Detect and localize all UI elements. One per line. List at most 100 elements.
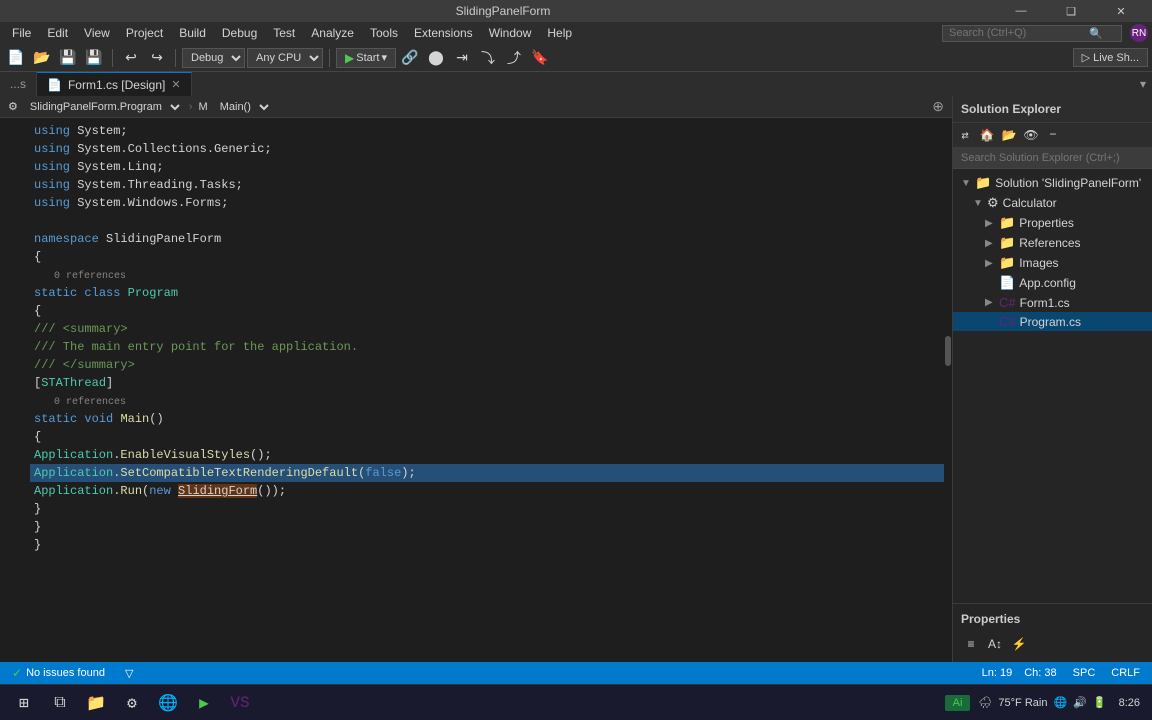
status-location[interactable]: Ln: 19 Ch: 38 bbox=[978, 667, 1061, 679]
se-sync-button[interactable]: ⇄ bbox=[955, 125, 975, 145]
start-button[interactable]: ▶ Start ▾ bbox=[336, 48, 396, 68]
code-line: } bbox=[30, 500, 944, 518]
ai-button[interactable]: Ai bbox=[945, 695, 971, 711]
status-line-ending[interactable]: CRLF bbox=[1107, 667, 1144, 679]
step-over-button[interactable]: ⇥ bbox=[450, 46, 474, 70]
vertical-scrollbar[interactable] bbox=[944, 118, 952, 662]
se-home-button[interactable]: 🏠 bbox=[977, 125, 997, 145]
menu-window[interactable]: Window bbox=[481, 24, 540, 42]
terminal-button[interactable]: ▶ bbox=[188, 687, 220, 719]
method-icon: M bbox=[199, 101, 208, 113]
browser-button[interactable]: 🌐 bbox=[152, 687, 184, 719]
redo-button[interactable]: ↪ bbox=[145, 46, 169, 70]
status-filter[interactable]: ▽ bbox=[121, 667, 141, 680]
prop-alpha-button[interactable]: A↕ bbox=[985, 634, 1005, 654]
tab-form1-design[interactable]: 📄 Form1.cs [Design] ✕ bbox=[37, 72, 192, 96]
search-input[interactable] bbox=[949, 27, 1089, 39]
maximize-button[interactable]: ❑ bbox=[1048, 0, 1094, 22]
taskbar: ⊞ ⧉ 📁 ⚙ 🌐 ▶ VS Ai 🌧 75°F Rain 🌐 🔊 🔋 8:26 bbox=[0, 684, 1152, 720]
menu-tools[interactable]: Tools bbox=[362, 24, 406, 42]
breakpoint-button[interactable]: ⬤ bbox=[424, 46, 448, 70]
se-filter-button[interactable]: 📂 bbox=[999, 125, 1019, 145]
start-menu-button[interactable]: ⊞ bbox=[8, 687, 40, 719]
code-content[interactable]: using System; using System.Collections.G… bbox=[0, 118, 952, 662]
properties-header: Properties bbox=[961, 608, 1144, 630]
status-encoding[interactable]: SPC bbox=[1069, 667, 1100, 679]
split-editor-button[interactable]: ⊕ bbox=[928, 98, 948, 115]
se-view-button[interactable]: 👁 bbox=[1021, 125, 1041, 145]
se-item-appconfig[interactable]: ▶ 📄 App.config bbox=[953, 273, 1152, 293]
time-text: 8:26 bbox=[1119, 697, 1140, 709]
save-button[interactable]: 💾 bbox=[56, 46, 80, 70]
start-dropdown-icon: ▾ bbox=[381, 51, 387, 64]
menu-analyze[interactable]: Analyze bbox=[303, 24, 362, 42]
user-avatar[interactable]: RN bbox=[1130, 24, 1148, 42]
system-tray: 🌧 75°F Rain 🌐 🔊 🔋 bbox=[978, 696, 1106, 709]
step-into-button[interactable]: ⤵ bbox=[476, 46, 500, 70]
platform-dropdown[interactable]: Any CPU bbox=[247, 48, 323, 68]
attach-button[interactable]: 🔗 bbox=[398, 46, 422, 70]
code-line: { bbox=[30, 428, 944, 446]
volume-icon[interactable]: 🔊 bbox=[1073, 696, 1087, 709]
open-button[interactable]: 📂 bbox=[30, 46, 54, 70]
status-no-issues[interactable]: ✓ No issues found bbox=[8, 666, 109, 680]
config-icon: 📄 bbox=[999, 275, 1015, 291]
nav-method-dropdown[interactable]: M Main() bbox=[195, 98, 276, 116]
nav-scope-dropdown[interactable]: ⚙ SlidingPanelForm.Program bbox=[4, 98, 187, 116]
file-icon: 📄 bbox=[47, 78, 62, 92]
menu-file[interactable]: File bbox=[4, 24, 39, 42]
tab-close-button[interactable]: ✕ bbox=[171, 78, 180, 91]
images-icon: 📁 bbox=[999, 255, 1015, 271]
se-item-calculator[interactable]: ▼ ⚙ Calculator bbox=[953, 193, 1152, 213]
menu-debug[interactable]: Debug bbox=[214, 24, 265, 42]
namespace-select[interactable]: SlidingPanelForm.Program bbox=[22, 98, 183, 116]
se-collapse-button[interactable]: − bbox=[1043, 125, 1063, 145]
form1-label: Form1.cs bbox=[1020, 296, 1070, 310]
tab-overflow-button[interactable]: ▾ bbox=[1134, 72, 1152, 96]
toolbar-separator-3 bbox=[329, 49, 330, 67]
code-lines[interactable]: using System; using System.Collections.G… bbox=[30, 118, 944, 662]
menu-test[interactable]: Test bbox=[265, 24, 303, 42]
se-item-images[interactable]: ▶ 📁 Images bbox=[953, 253, 1152, 273]
new-project-button[interactable]: 📄 bbox=[4, 46, 28, 70]
step-out-button[interactable]: ⤴ bbox=[502, 46, 526, 70]
menu-help[interactable]: Help bbox=[539, 24, 580, 42]
solution-explorer-search[interactable] bbox=[953, 148, 1152, 169]
prop-events-button[interactable]: ⚡ bbox=[1009, 634, 1029, 654]
menu-build[interactable]: Build bbox=[171, 24, 214, 42]
references-icon: 📁 bbox=[999, 235, 1015, 251]
debug-config-dropdown[interactable]: Debug bbox=[182, 48, 245, 68]
task-view-button[interactable]: ⧉ bbox=[44, 687, 76, 719]
se-item-references[interactable]: ▶ 📁 References bbox=[953, 233, 1152, 253]
clock[interactable]: 8:26 bbox=[1115, 697, 1144, 709]
se-item-solution[interactable]: ▼ 📁 Solution 'SlidingPanelForm' bbox=[953, 173, 1152, 193]
se-item-programcs[interactable]: ▶ C# Program.cs bbox=[953, 312, 1152, 331]
csharp-icon-program: C# bbox=[999, 314, 1016, 329]
search-box[interactable]: 🔍 bbox=[942, 25, 1122, 42]
vs-button[interactable]: VS bbox=[224, 687, 256, 719]
code-line-references: 0 references bbox=[30, 266, 944, 284]
se-item-form1[interactable]: ▶ C# Form1.cs bbox=[953, 293, 1152, 312]
method-select[interactable]: Main() bbox=[212, 98, 272, 116]
undo-button[interactable]: ↩ bbox=[119, 46, 143, 70]
live-share-button[interactable]: ▷ Live Sh... bbox=[1073, 48, 1148, 67]
close-button[interactable]: ✕ bbox=[1098, 0, 1144, 22]
scope-icon: ⚙ bbox=[8, 100, 18, 113]
battery-icon[interactable]: 🔋 bbox=[1093, 696, 1107, 709]
bookmark-button[interactable]: 🔖 bbox=[528, 46, 552, 70]
tab-truncated[interactable]: ...s bbox=[0, 72, 37, 96]
explorer-button[interactable]: 📁 bbox=[80, 687, 112, 719]
menu-project[interactable]: Project bbox=[118, 24, 171, 42]
network-icon[interactable]: 🌐 bbox=[1053, 696, 1067, 709]
save-all-button[interactable]: 💾 bbox=[82, 46, 106, 70]
minimize-button[interactable]: — bbox=[998, 0, 1044, 22]
menu-bar: File Edit View Project Build Debug Test … bbox=[0, 22, 1152, 44]
weather-text: 75°F Rain bbox=[998, 697, 1047, 709]
menu-extensions[interactable]: Extensions bbox=[406, 24, 481, 42]
prop-category-button[interactable]: ≡ bbox=[961, 634, 981, 654]
menu-edit[interactable]: Edit bbox=[39, 24, 76, 42]
menu-view[interactable]: View bbox=[76, 24, 118, 42]
scrollbar-thumb[interactable] bbox=[945, 336, 951, 366]
se-item-properties[interactable]: ▶ 📁 Properties bbox=[953, 213, 1152, 233]
settings-button[interactable]: ⚙ bbox=[116, 687, 148, 719]
